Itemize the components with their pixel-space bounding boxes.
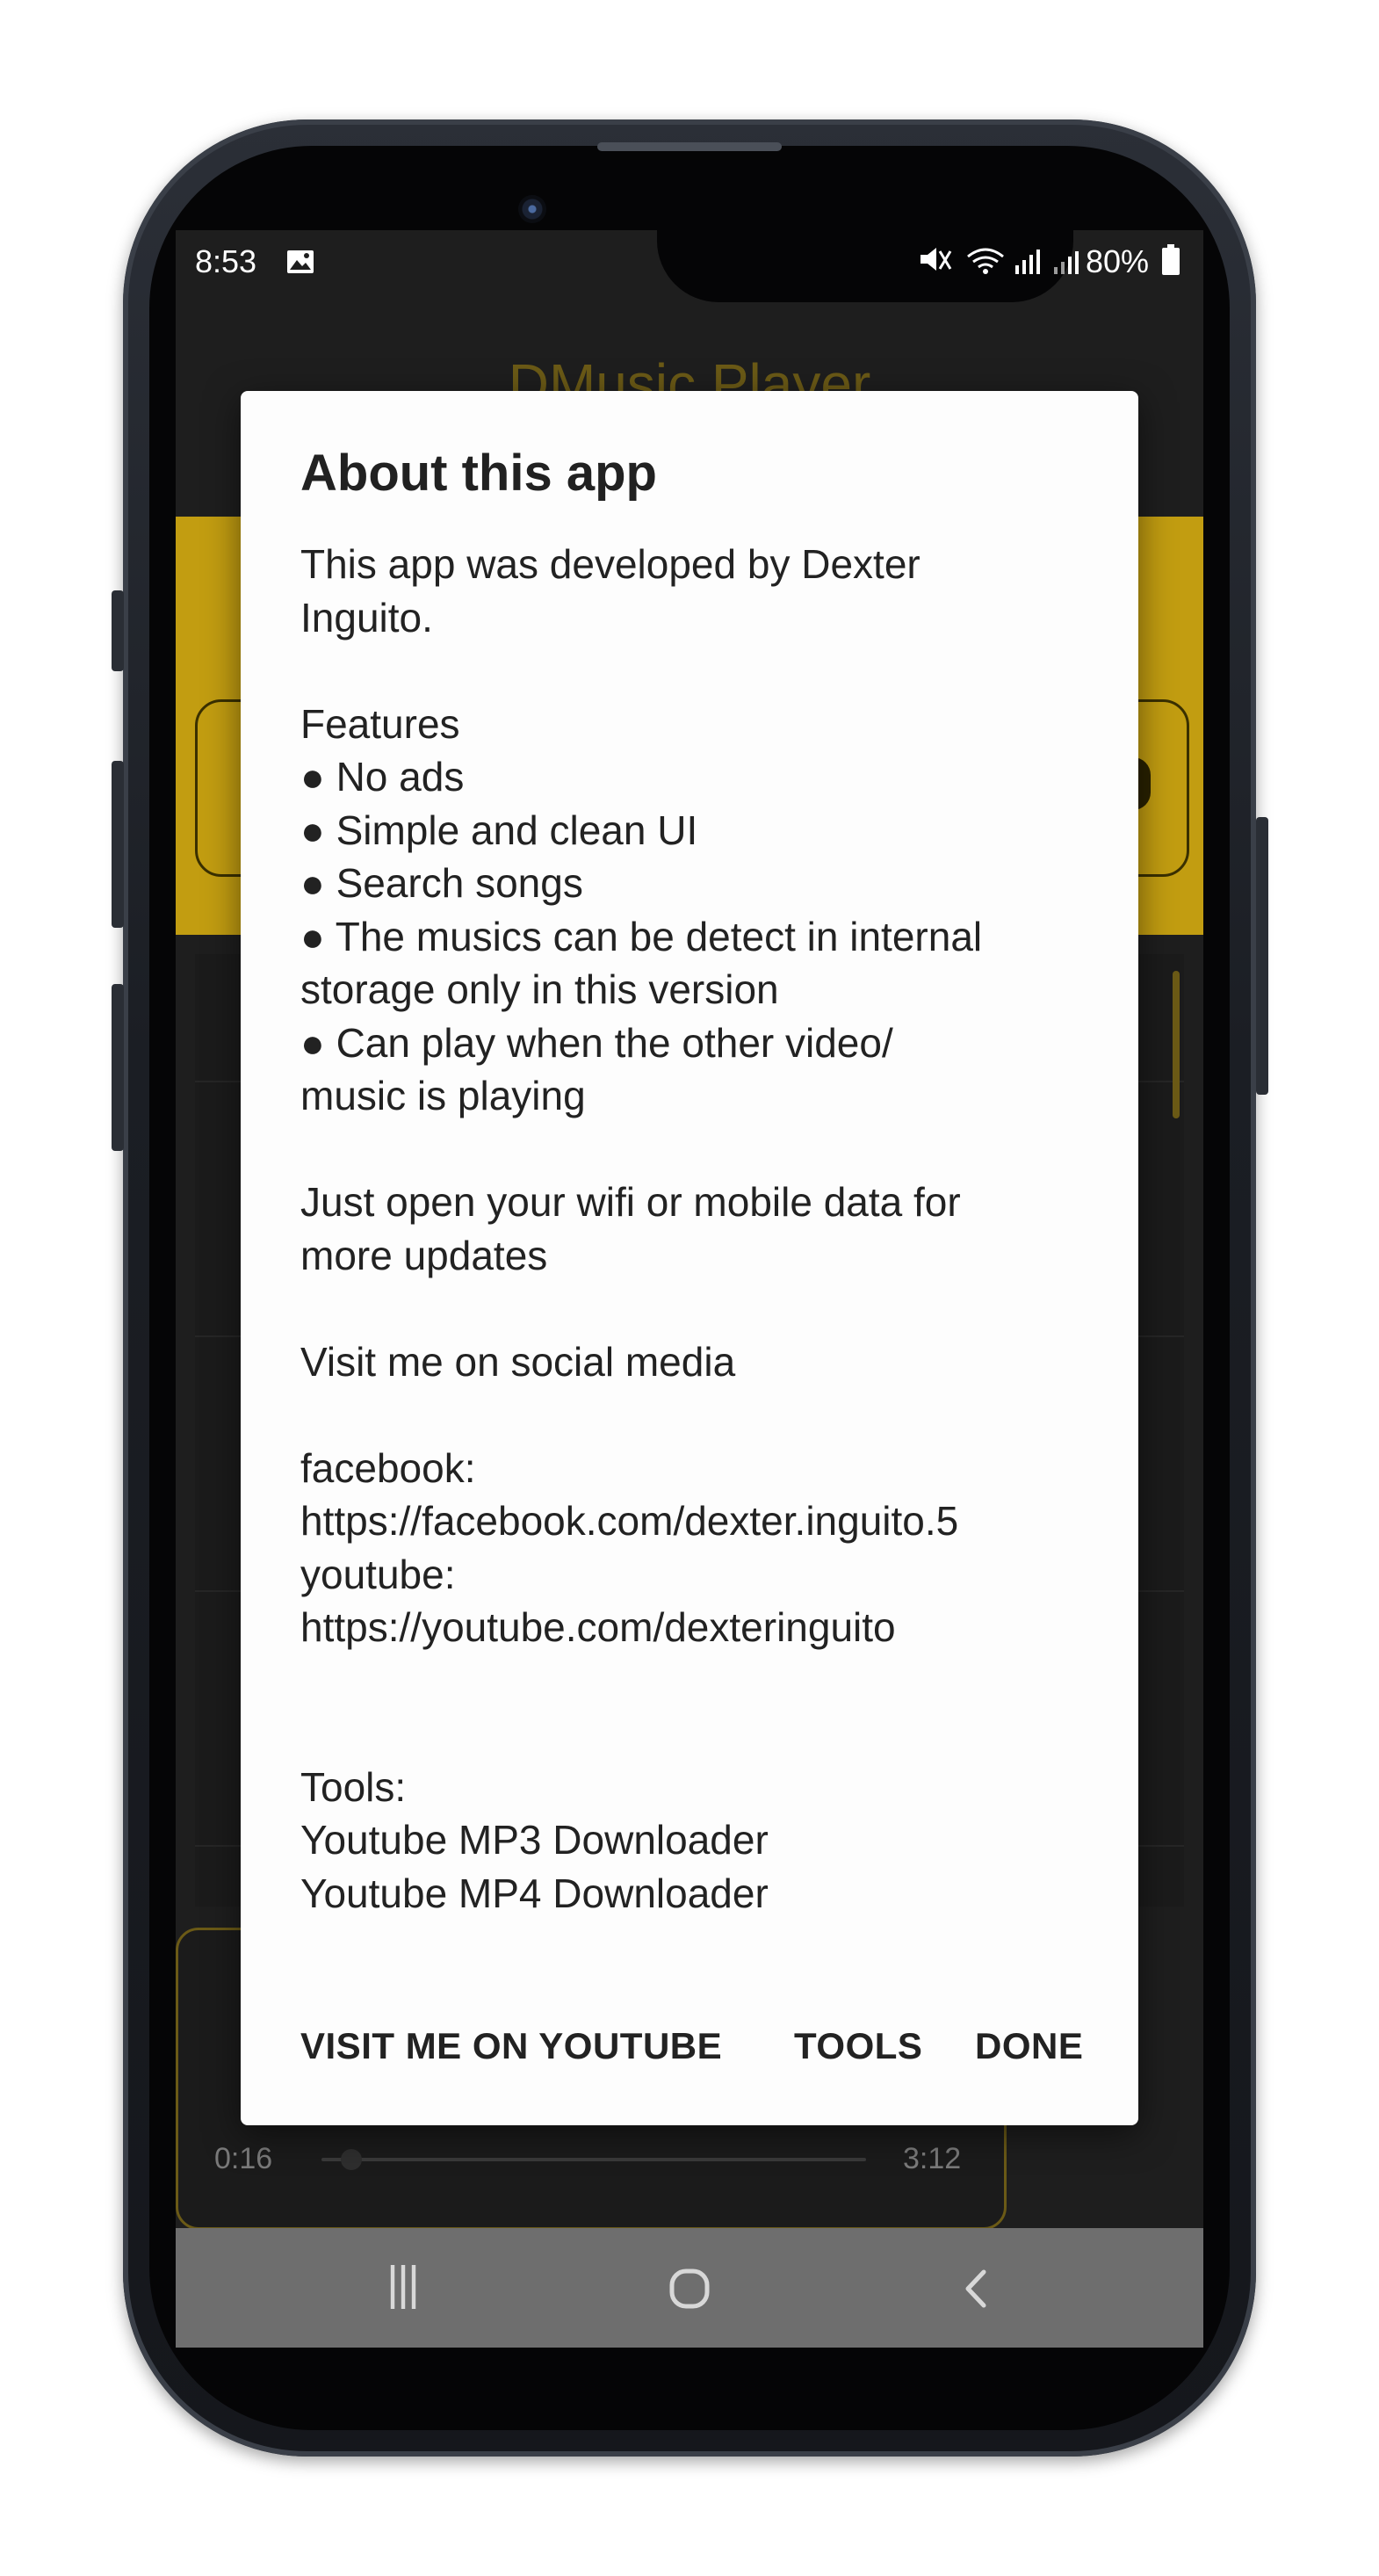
dialog-line [300, 1388, 1091, 1442]
front-camera-icon [518, 195, 546, 223]
elapsed-time: 0:16 [214, 2142, 273, 2175]
dialog-line: Just open your wifi or mobile data for [300, 1179, 961, 1225]
image-icon [287, 250, 314, 273]
dialog-title: About this app [300, 445, 657, 502]
home-button[interactable] [668, 2267, 711, 2311]
battery-percent: 80% [1086, 243, 1150, 279]
facebook-link[interactable]: https://facebook.com/dexter.inguito.5 [300, 1494, 1091, 1548]
duration-time: 3:12 [903, 2142, 962, 2175]
dialog-line: youtube: [300, 1551, 456, 1597]
tools-button[interactable]: TOOLS [794, 2025, 922, 2067]
dialog-line: Youtube MP4 Downloader [300, 1870, 769, 1916]
status-time: 8:53 [195, 243, 257, 279]
dialog-line: ● Can play when the other video/ [300, 1019, 893, 1066]
seek-bar[interactable] [321, 2158, 866, 2161]
dialog-line: Visit me on social media [300, 1338, 736, 1385]
dialog-line: This app was developed by Dexter [300, 541, 921, 587]
mute-icon [921, 248, 1079, 274]
dialog-line: music is playing [300, 1073, 586, 1118]
dialog-line [300, 1123, 1091, 1176]
volume-button [112, 590, 124, 671]
speaker-grille [597, 142, 782, 151]
volume-up-button [112, 761, 124, 928]
youtube-link[interactable]: https://youtube.com/dexteringuito [300, 1601, 1091, 1654]
dialog-line: facebook: [300, 1444, 476, 1491]
dialog-line: Youtube MP3 Downloader [300, 1817, 769, 1863]
dialog-line: more updates [300, 1232, 548, 1278]
dialog-line: storage only in this version [300, 966, 779, 1012]
volume-down-button [112, 984, 124, 1151]
dialog-message: This app was developed by Dexter Inguito… [300, 538, 1091, 1920]
dialog-line: Tools: [300, 1763, 407, 1810]
seek-thumb[interactable] [341, 2149, 362, 2170]
dialog-line [300, 1282, 1091, 1335]
visit-youtube-button[interactable]: VISIT ME ON YOUTUBE [300, 2025, 722, 2067]
recents-button[interactable]: ||| [341, 2256, 464, 2311]
dialog-line: Features [300, 700, 460, 747]
back-button[interactable] [961, 2267, 991, 2311]
dialog-line [300, 644, 1091, 698]
dialog-line [300, 1654, 1091, 1708]
battery-icon [1162, 244, 1180, 275]
scrollbar[interactable] [1173, 971, 1180, 1118]
done-button[interactable]: DONE [975, 2025, 1083, 2067]
dialog-line: ● No ads [300, 754, 465, 800]
dialog-line: ● Search songs [300, 860, 583, 906]
dialog-line: ● Simple and clean UI [300, 807, 698, 853]
dialog-line: ● The musics can be detect in internal [300, 913, 983, 959]
dialog-line: Inguito. [300, 594, 433, 640]
power-button [1256, 817, 1268, 1095]
status-icons [917, 242, 1110, 278]
dialog-line [300, 1707, 1091, 1761]
